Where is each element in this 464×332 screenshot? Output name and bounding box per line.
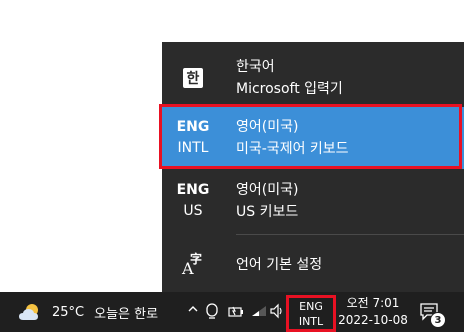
meet-now-icon[interactable] <box>205 302 223 322</box>
flyout-divider <box>236 234 464 235</box>
clock[interactable]: 오전 7:01 2022-10-08 <box>336 292 410 332</box>
language-code-top: ENG <box>176 182 210 198</box>
keyboard-layout-name: Microsoft 입력기 <box>236 81 343 97</box>
language-item-text: 영어(미국) 미국-국제어 키보드 <box>236 107 349 169</box>
chevron-up-icon[interactable] <box>187 303 205 323</box>
language-code-top: ENG <box>176 119 210 135</box>
language-item-english-intl[interactable]: ENG INTL 영어(미국) 미국-국제어 키보드 <box>162 107 464 169</box>
language-settings-icon: A 字 <box>180 250 208 278</box>
keyboard-layout-name: 미국-국제어 키보드 <box>236 141 349 157</box>
notification-count-badge: 3 <box>430 312 446 328</box>
clock-date: 2022-10-08 <box>338 313 408 327</box>
language-item-text: 한국어 Microsoft 입력기 <box>236 47 343 109</box>
notification-center-button[interactable]: 3 <box>418 300 446 328</box>
weather-widget[interactable]: 25°C 오늘은 한로 <box>18 292 158 332</box>
weather-text: 오늘은 한로 <box>94 306 159 322</box>
language-icon-slot: 한 <box>164 47 222 109</box>
ime-layout: INTL <box>298 314 324 328</box>
language-name: 한국어 <box>236 59 275 75</box>
language-code-bottom: INTL <box>177 140 209 156</box>
keyboard-layout-name: US 키보드 <box>236 204 299 220</box>
language-name: 영어(미국) <box>236 119 299 135</box>
language-code: ENG INTL <box>164 107 222 169</box>
weather-cloud-icon <box>19 304 38 320</box>
ime-language: ENG <box>299 299 323 313</box>
language-code: ENG US <box>164 170 222 232</box>
language-settings-glyph-char: 字 <box>190 252 203 266</box>
language-code-bottom: US <box>183 203 203 219</box>
clock-time: 오전 7:01 <box>346 296 400 310</box>
weather-temperature: 25°C <box>52 304 85 320</box>
language-name: 영어(미국) <box>236 182 299 198</box>
language-item-english-us[interactable]: ENG US 영어(미국) US 키보드 <box>162 170 464 232</box>
input-method-indicator[interactable]: ENG INTL <box>286 295 336 332</box>
language-item-text: 영어(미국) US 키보드 <box>236 170 298 232</box>
hangul-icon: 한 <box>183 68 203 88</box>
language-preferences-label: 언어 기본 설정 <box>236 257 323 273</box>
battery-icon[interactable] <box>227 302 245 322</box>
language-flyout: 한 한국어 Microsoft 입력기 ENG INTL 영어(미국) 미국-국… <box>162 42 464 292</box>
taskbar: 25°C 오늘은 한로 오전 7:01 2022-10-08 3 <box>0 292 464 332</box>
language-preferences-link[interactable]: A 字 언어 기본 설정 <box>162 240 464 288</box>
wifi-icon[interactable] <box>250 302 268 322</box>
language-item-korean[interactable]: 한 한국어 Microsoft 입력기 <box>162 47 464 109</box>
